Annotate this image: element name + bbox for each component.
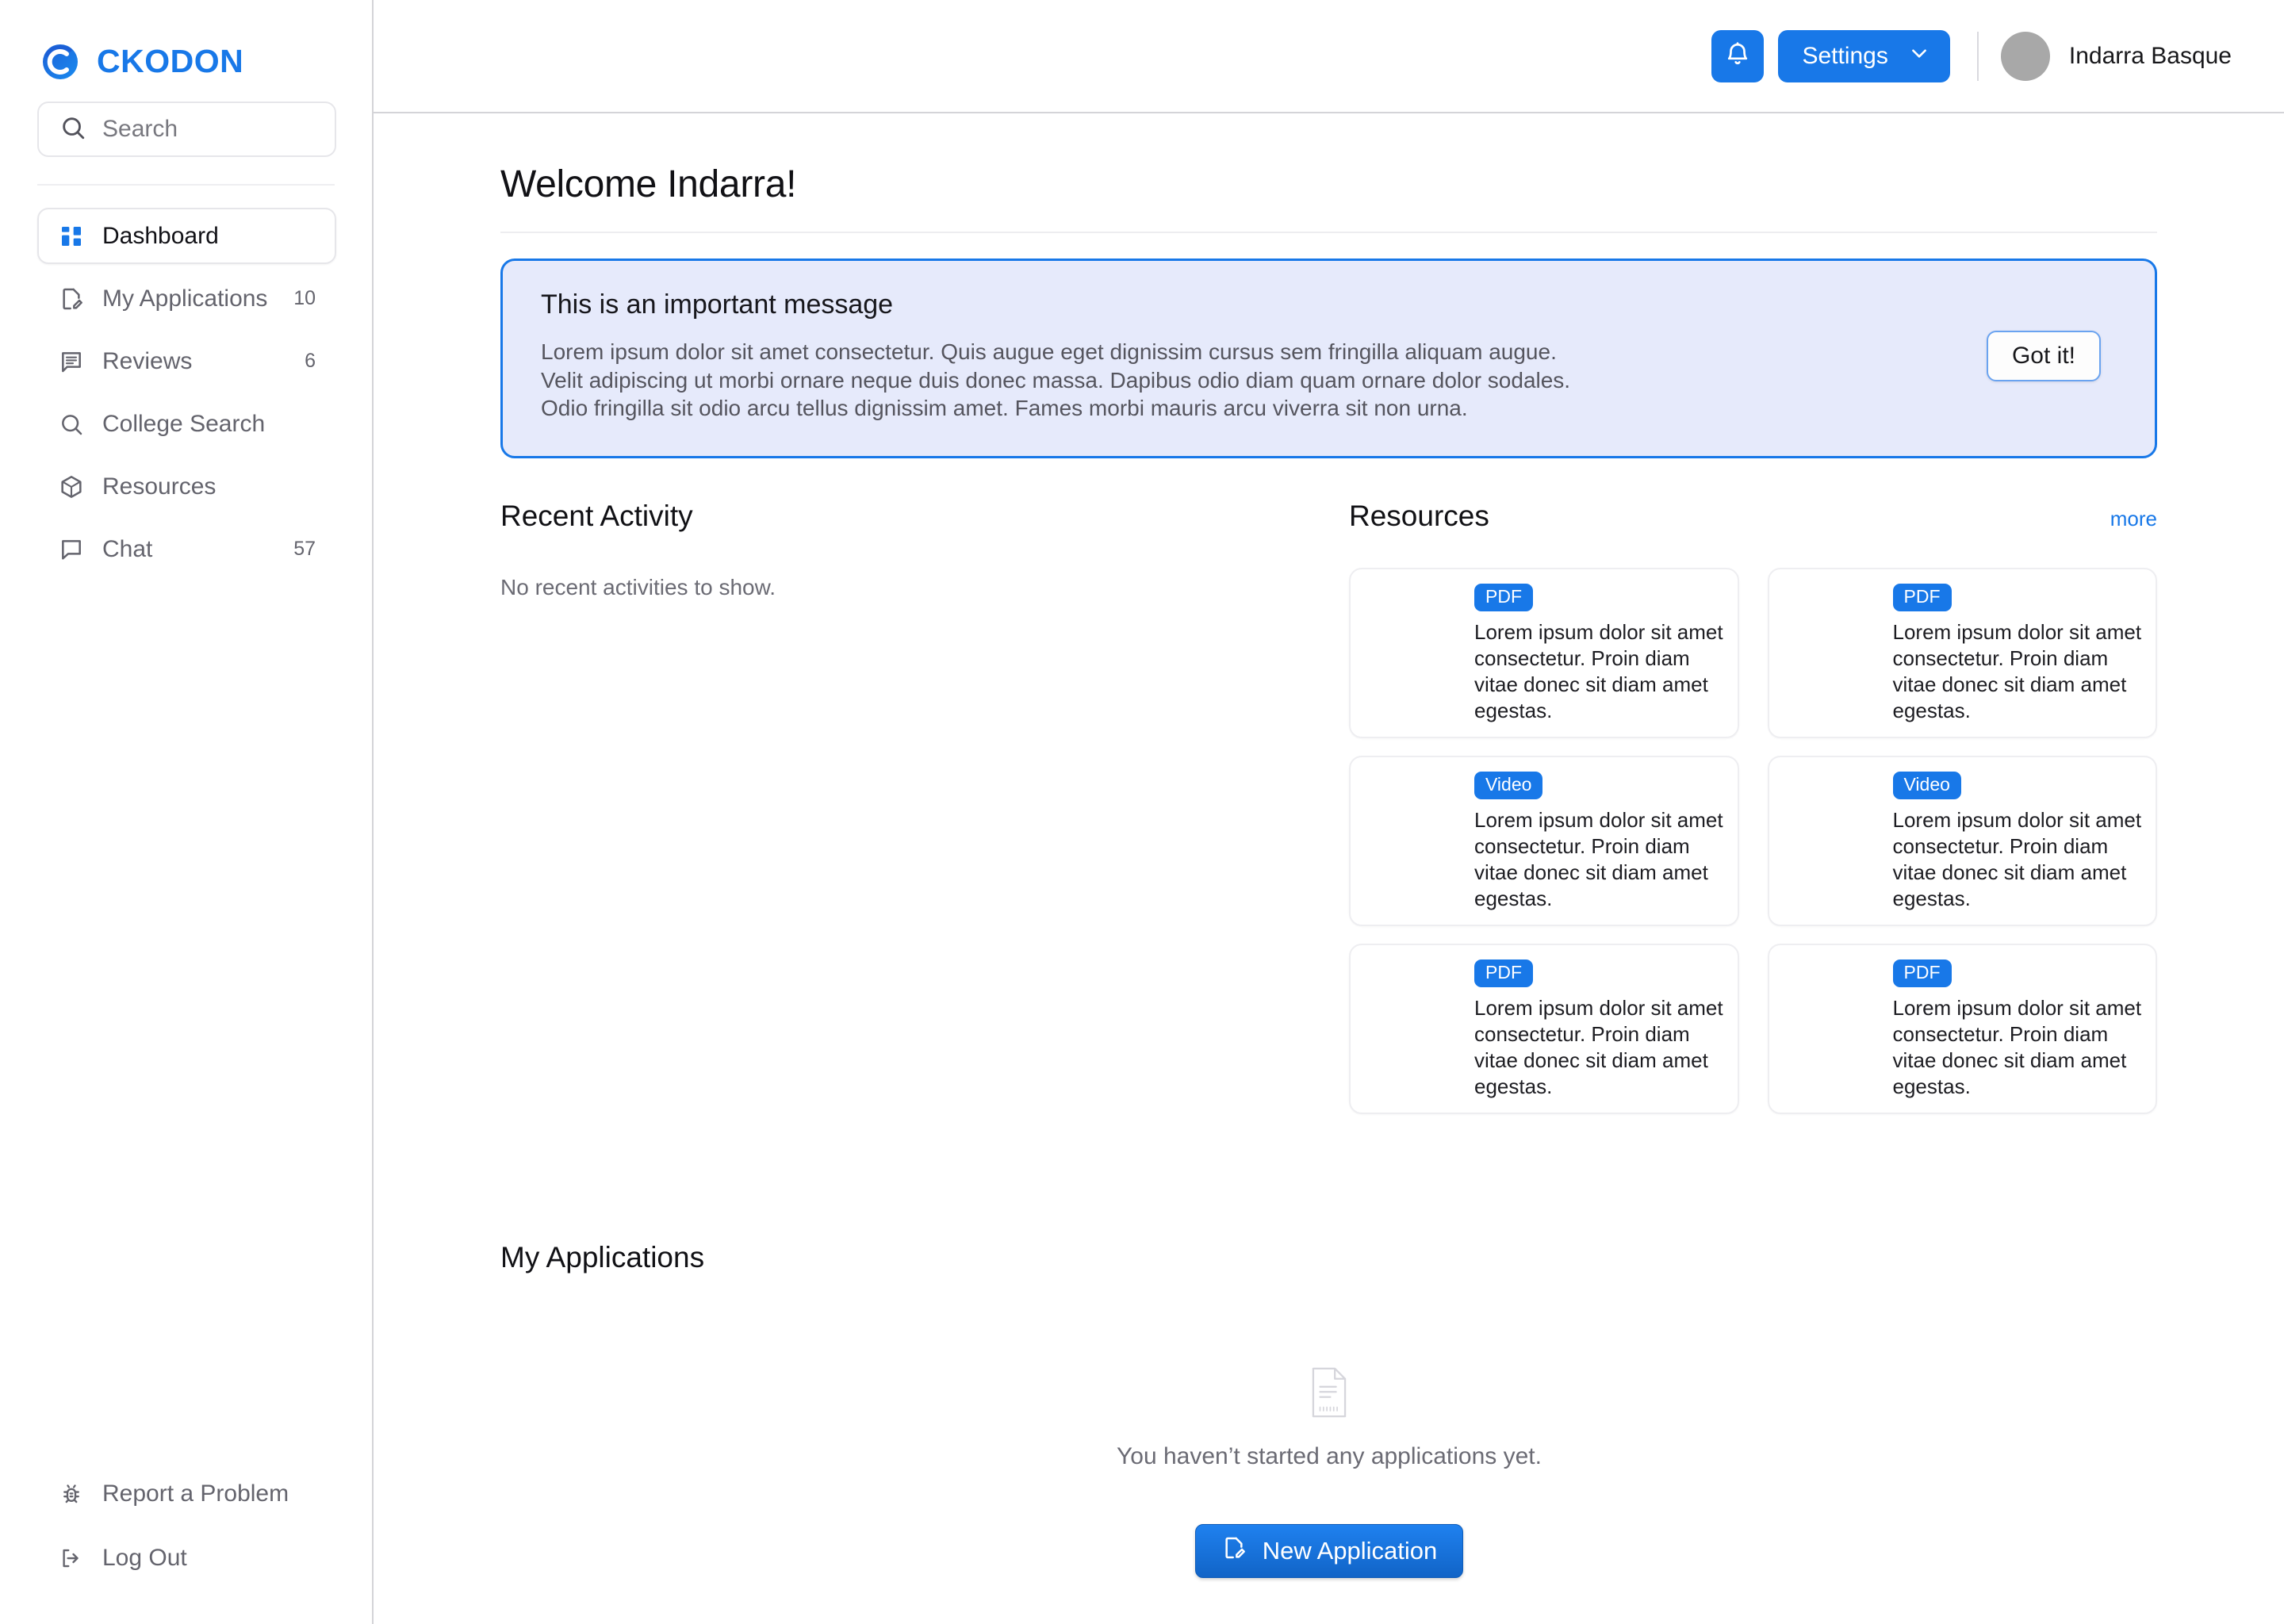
banner-text-line-3: Odio fringilla sit odio arcu tellus dign… [541, 396, 1468, 421]
resource-description: Lorem ipsum dolor sit amet consectetur. … [1892, 619, 2142, 722]
sidebar: CKODON Dashboard [0, 0, 374, 1624]
resource-type-badge: PDF [1474, 959, 1533, 987]
resource-description: Lorem ipsum dolor sit amet consectetur. … [1474, 619, 1723, 722]
banner-title: This is an important message [541, 289, 894, 320]
resource-card[interactable]: PDF Lorem ipsum dolor sit amet consectet… [1767, 567, 2157, 738]
document-edit-icon [58, 285, 85, 312]
books-thumbnail [1782, 582, 1876, 676]
sidebar-item-label: Resources [102, 473, 217, 500]
important-message-banner: This is an important message Lorem ipsum… [500, 259, 2157, 458]
settings-button[interactable]: Settings [1778, 29, 1950, 82]
sidebar-bottom-nav: Report a Problem Log Out [0, 1465, 372, 1624]
resources-header: Resources more [1349, 500, 2157, 533]
page-title: Welcome Indarra! [500, 163, 797, 205]
bell-icon [1724, 41, 1751, 71]
books-thumbnail [1363, 582, 1457, 676]
resource-type-badge: PDF [1474, 583, 1533, 611]
document-edit-icon [1221, 1535, 1247, 1567]
sidebar-item-my-applications[interactable]: My Applications 10 [37, 270, 336, 327]
sidebar-item-label: Log Out [102, 1544, 187, 1571]
person-thumbnail [1782, 958, 1876, 1051]
tablet-thumbnail [1782, 770, 1876, 864]
sidebar-item-label: Dashboard [102, 222, 219, 249]
sidebar-item-label: Reviews [102, 347, 193, 374]
search-icon [58, 411, 85, 438]
logout-arrow-icon [58, 1545, 85, 1572]
sidebar-item-count: 6 [305, 350, 316, 372]
sidebar-item-dashboard[interactable]: Dashboard [37, 208, 336, 264]
user-name[interactable]: Indarra Basque [2069, 43, 2232, 70]
banner-text-line-2: Velit adipiscing ut morbi ornare neque d… [541, 367, 1571, 393]
review-comment-icon [58, 348, 85, 375]
sidebar-item-label: Report a Problem [102, 1480, 289, 1507]
got-it-button[interactable]: Got it! [1986, 330, 2101, 381]
bug-icon [58, 1480, 85, 1507]
brand-name: CKODON [97, 42, 244, 79]
resource-card[interactable]: Video Lorem ipsum dolor sit amet consect… [1767, 755, 2157, 926]
dashboard-grid-icon [58, 223, 85, 250]
person-thumbnail [1363, 958, 1457, 1051]
title-divider [500, 232, 2157, 233]
sidebar-search [0, 87, 372, 157]
search-input[interactable] [102, 116, 314, 143]
recent-activity-title: Recent Activity [500, 499, 693, 532]
recent-activity-header: Recent Activity [500, 500, 1349, 533]
resource-card[interactable]: PDF Lorem ipsum dolor sit amet consectet… [1349, 567, 1739, 738]
package-box-icon [58, 473, 85, 500]
chevron-down-icon [1909, 43, 1930, 70]
resource-description: Lorem ipsum dolor sit amet consectetur. … [1474, 807, 1723, 910]
settings-label: Settings [1802, 42, 1888, 69]
resource-card[interactable]: Video Lorem ipsum dolor sit amet consect… [1349, 755, 1739, 926]
sidebar-item-count: 57 [293, 538, 316, 560]
sidebar-item-resources[interactable]: Resources [37, 458, 336, 515]
resource-type-badge: PDF [1892, 583, 1952, 611]
resource-description: Lorem ipsum dolor sit amet consectetur. … [1892, 807, 2142, 910]
resource-type-badge: Video [1474, 771, 1543, 799]
sidebar-item-reviews[interactable]: Reviews 6 [37, 333, 336, 389]
my-applications-empty-state: You haven’t started any applications yet… [500, 1366, 2158, 1578]
brand-logo[interactable]: CKODON [0, 0, 372, 87]
page-content: Welcome Indarra! This is an important me… [374, 113, 2284, 1624]
recent-activity-section: Recent Activity No recent activities to … [500, 500, 1349, 1114]
my-applications-title: My Applications [500, 1240, 705, 1274]
sidebar-item-log-out[interactable]: Log Out [37, 1530, 336, 1586]
new-application-button[interactable]: New Application [1194, 1523, 1464, 1578]
new-application-label: New Application [1262, 1536, 1438, 1565]
resource-description: Lorem ipsum dolor sit amet consectetur. … [1892, 995, 2142, 1098]
topbar-separator [1976, 31, 1979, 81]
search-box[interactable] [37, 102, 336, 157]
main-area: Settings Indarra Basque Welcome Indarra!… [374, 0, 2284, 1624]
document-placeholder-icon [1306, 1366, 1352, 1423]
resource-type-badge: PDF [1892, 959, 1952, 987]
sidebar-item-label: My Applications [102, 285, 268, 312]
notifications-button[interactable] [1711, 29, 1765, 82]
resource-description: Lorem ipsum dolor sit amet consectetur. … [1474, 995, 1723, 1098]
recent-activity-empty-text: No recent activities to show. [500, 574, 776, 599]
sidebar-item-college-search[interactable]: College Search [37, 396, 336, 452]
dashboard-columns: Recent Activity No recent activities to … [500, 500, 2157, 1114]
resource-type-badge: Video [1892, 771, 1961, 799]
sidebar-item-label: College Search [102, 410, 266, 437]
sidebar-item-report-a-problem[interactable]: Report a Problem [37, 1465, 336, 1522]
resources-title: Resources [1349, 499, 1489, 532]
sidebar-item-chat[interactable]: Chat 57 [37, 521, 336, 577]
resource-card[interactable]: PDF Lorem ipsum dolor sit amet consectet… [1767, 943, 2157, 1114]
chat-bubble-icon [58, 536, 85, 563]
top-bar: Settings Indarra Basque [374, 0, 2284, 113]
tablet-thumbnail [1363, 770, 1457, 864]
sidebar-nav: Dashboard My Applications 10 Reviews 6 C… [0, 186, 372, 577]
sidebar-item-label: Chat [102, 535, 153, 562]
resource-card[interactable]: PDF Lorem ipsum dolor sit amet consectet… [1349, 943, 1739, 1114]
resources-more-link[interactable]: more [2110, 507, 2157, 531]
banner-body: This is an important message Lorem ipsum… [541, 289, 1963, 423]
sidebar-item-count: 10 [293, 287, 316, 309]
my-applications-empty-text: You haven’t started any applications yet… [1117, 1442, 1542, 1469]
search-icon [59, 114, 86, 145]
banner-text-line-1: Lorem ipsum dolor sit amet consectetur. … [541, 339, 1557, 364]
ckodon-logo-icon [38, 39, 82, 83]
resources-grid: PDF Lorem ipsum dolor sit amet consectet… [1349, 567, 2157, 1114]
resources-section: Resources more PDF Lorem ipsum dolor sit… [1349, 500, 2157, 1114]
avatar[interactable] [2000, 31, 2050, 81]
my-applications-section: My Applications You haven’t started any … [500, 1241, 2157, 1578]
